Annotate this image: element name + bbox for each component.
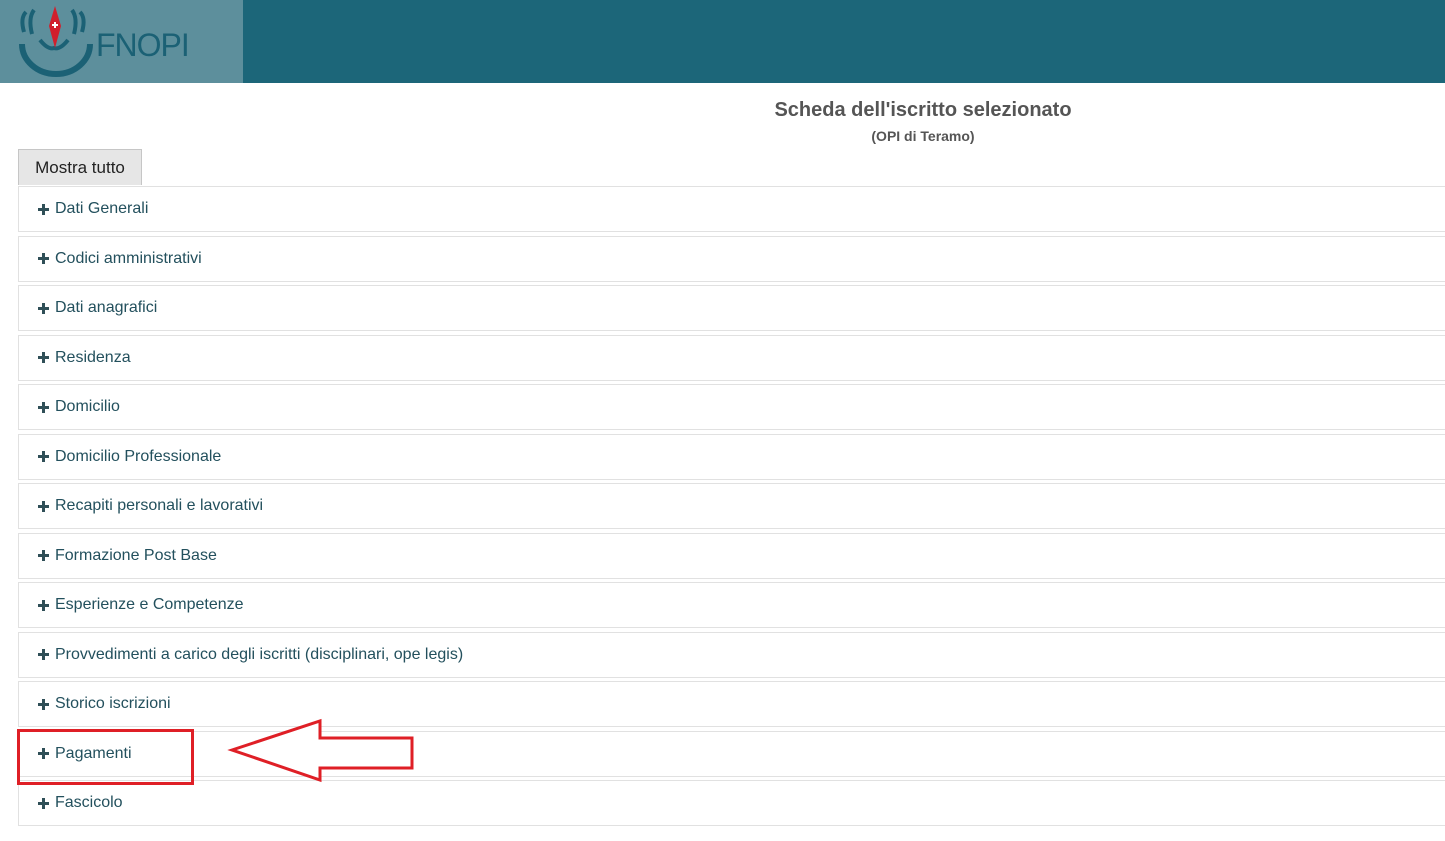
panel-recapiti[interactable]: Recapiti personali e lavorativi xyxy=(18,483,1445,529)
panel-label: Recapiti personali e lavorativi xyxy=(55,497,264,514)
logo[interactable]: FNOPI xyxy=(0,0,243,83)
panel-fascicolo[interactable]: Fascicolo xyxy=(18,780,1445,826)
top-header-bar: FNOPI xyxy=(0,0,1445,83)
highlight-box xyxy=(17,729,194,785)
panel-label: Dati Generali xyxy=(55,200,149,217)
panel-label: Storico iscrizioni xyxy=(55,695,171,712)
plus-icon xyxy=(38,253,49,264)
plus-icon xyxy=(38,500,49,512)
panel-label: Dati anagrafici xyxy=(55,299,158,316)
panel-domicilio-professionale[interactable]: Domicilio Professionale xyxy=(18,433,1445,480)
plus-icon xyxy=(38,401,49,413)
panel-label: Residenza xyxy=(55,348,131,366)
show-all-button[interactable]: Mostra tutto xyxy=(18,149,142,185)
panel-residenza[interactable]: Residenza xyxy=(18,334,1445,381)
plus-icon xyxy=(38,302,49,314)
panel-dati-anagrafici[interactable]: Dati anagrafici xyxy=(18,285,1445,331)
plus-icon xyxy=(38,451,49,462)
plus-icon xyxy=(38,203,49,215)
panel-dati-generali[interactable]: Dati Generali xyxy=(18,186,1445,232)
panel-label: Formazione Post Base xyxy=(55,546,217,564)
panel-domicilio[interactable]: Domicilio xyxy=(18,384,1445,430)
panel-provvedimenti[interactable]: Provvedimenti a carico degli iscritti (d… xyxy=(18,631,1445,678)
logo-text: FNOPI xyxy=(96,27,190,63)
page-title: Scheda dell'iscritto selezionato xyxy=(774,99,1072,121)
page-subtitle: (OPI di Teramo) xyxy=(871,128,975,144)
panel-codici-amministrativi[interactable]: Codici amministrativi xyxy=(18,235,1445,282)
fnopi-emblem-icon xyxy=(19,6,93,77)
plus-icon xyxy=(38,797,49,809)
plus-icon xyxy=(38,599,49,611)
plus-icon xyxy=(38,698,49,710)
panel-label: Esperienze e Competenze xyxy=(55,596,244,613)
panel-esperienze-competenze[interactable]: Esperienze e Competenze xyxy=(18,582,1445,628)
panel-label: Domicilio xyxy=(55,398,120,415)
plus-icon xyxy=(38,550,49,561)
panel-label: Fascicolo xyxy=(55,794,123,811)
panel-label: Provvedimenti a carico degli iscritti (d… xyxy=(55,645,464,663)
panel-label: Codici amministrativi xyxy=(55,249,202,267)
left-arrow-icon xyxy=(227,718,414,783)
plus-icon xyxy=(38,352,49,363)
panel-formazione-post-base[interactable]: Formazione Post Base xyxy=(18,532,1445,579)
plus-icon xyxy=(38,649,49,660)
panel-label: Domicilio Professionale xyxy=(55,447,222,465)
